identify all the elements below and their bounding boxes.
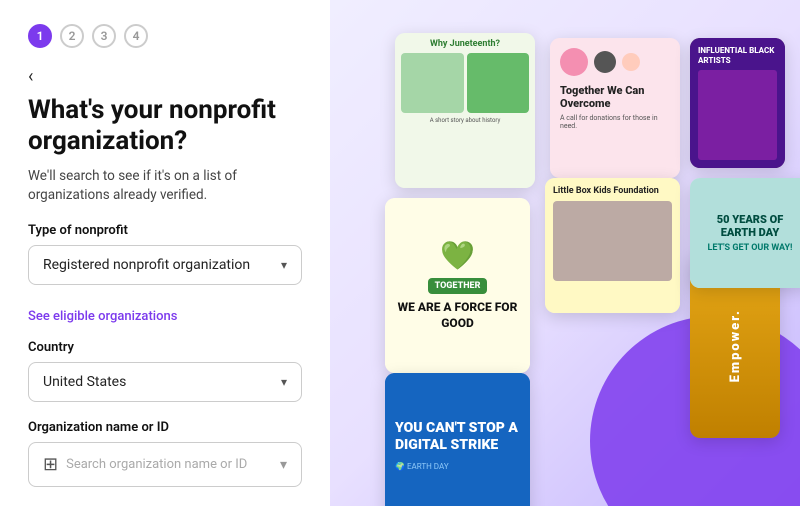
- card-kids-title: Little Box Kids Foundation: [553, 186, 672, 196]
- shape-peach: [622, 53, 640, 71]
- step-4: 4: [124, 24, 148, 48]
- org-search-left: ⊞ Search organization name or ID: [43, 454, 247, 475]
- country-group: Country United States ▾: [28, 340, 302, 406]
- right-panel: Why Juneteenth? A short story about hist…: [330, 0, 800, 506]
- together-badge: TOGETHER: [428, 278, 488, 294]
- back-button[interactable]: ‹: [28, 66, 302, 87]
- chevron-down-icon-org: ▾: [280, 457, 287, 473]
- card-earth-day: 50 YEARS OF EARTH DAY LET'S GET OUR WAY!: [690, 178, 800, 288]
- cards-container: Why Juneteenth? A short story about hist…: [375, 23, 755, 483]
- type-nonprofit-value: Registered nonprofit organization: [43, 257, 250, 273]
- org-search-box[interactable]: ⊞ Search organization name or ID ▾: [28, 442, 302, 487]
- steps-indicator: 1 2 3 4: [28, 24, 302, 48]
- org-search-placeholder: Search organization name or ID: [66, 457, 247, 472]
- shape-pink: [560, 48, 588, 76]
- step-1: 1: [28, 24, 52, 48]
- card-digital-strike: YOU CAN'T STOP A DIGITAL STRIKE 🌍 EARTH …: [385, 373, 530, 506]
- step-2: 2: [60, 24, 84, 48]
- card-earth-title: 50 YEARS OF EARTH DAY: [698, 213, 800, 239]
- shape-gray: [594, 51, 616, 73]
- empower-text: Empower.: [728, 309, 743, 382]
- chevron-down-icon-country: ▾: [281, 375, 287, 389]
- chevron-down-icon: ▾: [281, 258, 287, 272]
- card-juneteenth: Why Juneteenth? A short story about hist…: [395, 33, 535, 188]
- type-nonprofit-label: Type of nonprofit: [28, 223, 302, 238]
- heart-hand-icon: 💚: [440, 239, 475, 272]
- card-juneteenth-title: Why Juneteenth?: [430, 39, 500, 49]
- photo-1: [401, 53, 464, 113]
- page-subtitle: We'll search to see if it's on a list of…: [28, 167, 302, 205]
- step-3: 3: [92, 24, 116, 48]
- card-kids-foundation: Little Box Kids Foundation: [545, 178, 680, 313]
- photo-2: [467, 53, 530, 113]
- card-together-sub: A call for donations for those in need.: [560, 114, 670, 130]
- page-title: What's your nonprofit organization?: [28, 95, 302, 157]
- card-strike-logo: 🌍 EARTH DAY: [395, 462, 520, 471]
- card-juneteenth-caption: A short story about history: [430, 117, 501, 124]
- card-artists-photo: [698, 70, 777, 160]
- country-label: Country: [28, 340, 302, 355]
- back-arrow-icon: ‹: [28, 66, 33, 87]
- country-value: United States: [43, 374, 126, 390]
- org-name-group: Organization name or ID ⊞ Search organiz…: [28, 420, 302, 487]
- type-nonprofit-select[interactable]: Registered nonprofit organization ▾: [28, 245, 302, 285]
- force-text: WE ARE A FORCE FOR GOOD: [397, 300, 518, 331]
- card-together-title: Together We Can Overcome: [560, 84, 670, 110]
- card-kids-photo: [553, 201, 672, 281]
- card-black-artists: INFLUENTIAL BLACK ARTISTS: [690, 38, 785, 168]
- card-strike-title: YOU CAN'T STOP A DIGITAL STRIKE: [395, 420, 520, 454]
- org-search-icon: ⊞: [43, 454, 58, 475]
- left-panel: 1 2 3 4 ‹ What's your nonprofit organiza…: [0, 0, 330, 506]
- org-name-label: Organization name or ID: [28, 420, 302, 435]
- card-artists-title: INFLUENTIAL BLACK ARTISTS: [698, 46, 777, 65]
- card-together-overcome: Together We Can Overcome A call for dona…: [550, 38, 680, 178]
- eligible-link[interactable]: See eligible organizations: [28, 309, 302, 324]
- card-earth-sub: LET'S GET OUR WAY!: [698, 243, 800, 253]
- card-force: 💚 TOGETHER WE ARE A FORCE FOR GOOD: [385, 198, 530, 373]
- type-nonprofit-group: Type of nonprofit Registered nonprofit o…: [28, 223, 302, 289]
- country-select[interactable]: United States ▾: [28, 362, 302, 402]
